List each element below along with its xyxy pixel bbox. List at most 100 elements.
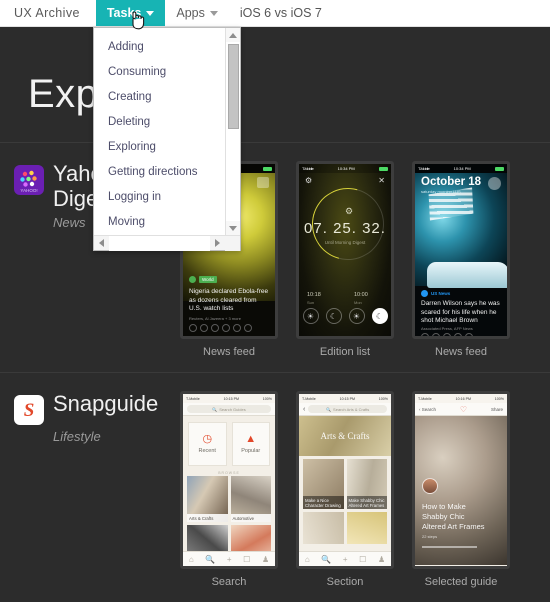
settings-gear-icon[interactable]: ⚙	[305, 176, 312, 185]
tile-arts-crafts[interactable]: Arts & Crafts	[187, 476, 228, 522]
vertical-scroll-thumb[interactable]	[227, 44, 239, 129]
card-popular[interactable]: ▲ Popular	[231, 422, 270, 466]
dropdown-item-creating[interactable]: Creating	[94, 84, 225, 109]
screenshot-snapguide-selected-guide[interactable]: T-Mobile 10:16 PM 100% ‹ Search ♡ Share	[412, 391, 510, 588]
nav-tab-tasks[interactable]: Tasks	[95, 0, 166, 26]
back-button[interactable]: ‹ Search	[419, 407, 436, 412]
nav-tab-ios-compare[interactable]: iOS 6 vs iOS 7	[229, 0, 333, 26]
dropdown-item-consuming[interactable]: Consuming	[94, 59, 225, 84]
edition-time-1: 10:18	[307, 292, 321, 298]
snapguide-icon-letter: S	[23, 399, 35, 421]
tile-label: Arts & Crafts	[187, 514, 228, 522]
sun-icon[interactable]: ☀	[302, 308, 319, 324]
category-badge: World	[199, 276, 217, 283]
screenshot-yahoo-edition-list[interactable]: T-Mobile 10:34 PM ⚙ ✕ ⚙ 07. 25. 32. Unti…	[296, 161, 394, 358]
search-input[interactable]: 🔍 Search Guides	[187, 405, 271, 413]
screen-snapguide-selected-guide: T-Mobile 10:16 PM 100% ‹ Search ♡ Share	[415, 394, 507, 566]
scroll-right-arrow-icon[interactable]	[210, 236, 225, 251]
source-icon-row	[421, 333, 473, 336]
heart-icon[interactable]: ♡	[460, 405, 467, 414]
search-icon: 🔍	[212, 406, 218, 412]
status-carrier: T-Mobile	[186, 396, 200, 401]
menu-icon[interactable]	[257, 177, 269, 188]
screen-snapguide-search: T-Mobile 10:15 PM 100% 🔍 Search Guides ◷…	[183, 394, 275, 566]
status-battery: 100%	[378, 396, 388, 401]
screenshot-snapguide-section[interactable]: T-Mobile 10:15 PM 100% ‹ 🔍 Search Arts &…	[296, 391, 394, 588]
source-icon	[200, 324, 208, 332]
search-input[interactable]: 🔍 Search Arts & Crafts	[308, 405, 387, 413]
scroll-left-arrow-icon[interactable]	[94, 236, 109, 251]
search-icon[interactable]: 🔍	[205, 555, 215, 564]
edition-button-row: ☀ ☾ ☀ ☾	[299, 308, 391, 324]
battery-icon	[379, 166, 388, 171]
nav-tab-apps-label: Apps	[176, 6, 205, 20]
plus-icon[interactable]: +	[343, 555, 348, 564]
source-icon	[443, 333, 451, 336]
app-list: YAHOO! Yahoo Digest News T-Mobile 10:34 …	[0, 142, 550, 602]
status-carrier: T-Mobile	[302, 166, 314, 171]
article-headline: Darren Wilson says he was scared for his…	[421, 300, 500, 324]
screenshot-yahoo-news-feed-2[interactable]: T-Mobile 10:34 PM October 18 saturday mo…	[412, 161, 510, 358]
card-recent-label: Recent	[198, 448, 216, 454]
close-icon[interactable]: ✕	[378, 176, 385, 185]
scroll-down-arrow-icon[interactable]	[225, 221, 240, 235]
app-header[interactable]: S Snapguide	[14, 391, 180, 425]
source-icon-row	[189, 324, 252, 332]
plus-icon[interactable]: +	[227, 555, 232, 564]
guide-card-3[interactable]	[303, 512, 344, 544]
horizontal-scroll-track[interactable]	[109, 235, 210, 251]
sun-icon[interactable]: ☀	[348, 308, 365, 324]
app-meta-snapguide: S Snapguide Lifestyle	[0, 391, 180, 588]
moon-icon[interactable]: ☾	[325, 308, 342, 324]
guide-card-4[interactable]	[346, 512, 387, 544]
chat-icon[interactable]: ☐	[243, 555, 250, 564]
guide-card-2[interactable]: Make Shabby Chic Altered Art Frames	[346, 459, 387, 509]
tasks-dropdown-menu[interactable]: Adding Consuming Creating Deleting Explo…	[93, 27, 241, 251]
progress-bar	[422, 546, 477, 548]
search-icon[interactable]: 🔍	[321, 555, 331, 564]
dropdown-item-moving[interactable]: Moving	[94, 209, 225, 234]
share-button[interactable]: Share	[491, 407, 503, 412]
dropdown-item-exploring[interactable]: Exploring	[94, 134, 225, 159]
screen-yahoo-news-feed-cyan: T-Mobile 10:34 PM October 18 saturday mo…	[415, 164, 507, 336]
guide-subtitle: 22 steps	[422, 534, 438, 539]
dropdown-vertical-scrollbar[interactable]	[225, 28, 240, 235]
chat-icon[interactable]: ☐	[359, 555, 366, 564]
dropdown-item-deleting[interactable]: Deleting	[94, 109, 225, 134]
vertical-scroll-track[interactable]	[225, 42, 240, 221]
profile-icon[interactable]: ♟	[378, 555, 385, 564]
dropdown-item-getting-directions[interactable]: Getting directions	[94, 159, 225, 184]
phone-frame: T-Mobile 10:34 PM October 18 saturday mo…	[412, 161, 510, 339]
phone-status-bar: T-Mobile 10:15 PM 100%	[299, 394, 391, 403]
status-carrier: T-Mobile	[418, 166, 430, 171]
card-recent[interactable]: ◷ Recent	[188, 422, 227, 466]
phone-status-bar: T-Mobile 10:34 PM	[299, 164, 391, 173]
dropdown-item-logging-in[interactable]: Logging in	[94, 184, 225, 209]
guide-title: Make Shabby Chic Altered Art Frames	[346, 496, 387, 509]
article-source: Associated Press, AFP News	[421, 326, 473, 331]
back-chevron-icon[interactable]: ‹	[303, 406, 305, 413]
home-icon[interactable]: ⌂	[189, 555, 194, 564]
edition-date: October 18	[421, 176, 482, 188]
battery-icon	[263, 166, 272, 171]
screenshot-snapguide-search[interactable]: T-Mobile 10:15 PM 100% 🔍 Search Guides ◷…	[180, 391, 278, 588]
guide-grid: Make a Nice Character Drawing Make Shabb…	[299, 456, 391, 544]
car-graphic	[427, 262, 507, 288]
screenshot-caption: News feed	[435, 346, 487, 358]
screenshot-caption: Search	[211, 576, 247, 588]
menu-icon[interactable]	[488, 177, 501, 190]
profile-icon[interactable]: ♟	[262, 555, 269, 564]
scroll-up-arrow-icon[interactable]	[225, 28, 240, 42]
home-icon[interactable]: ⌂	[305, 555, 310, 564]
status-carrier: T-Mobile	[418, 396, 432, 401]
guide-card-1[interactable]: Make a Nice Character Drawing	[303, 459, 344, 509]
badge-dot-icon	[421, 290, 428, 297]
dropdown-horizontal-scrollbar[interactable]	[94, 235, 240, 251]
nav-tab-apps[interactable]: Apps	[165, 0, 229, 26]
moon-icon-selected[interactable]: ☾	[371, 308, 388, 324]
dropdown-item-adding[interactable]: Adding	[94, 34, 225, 59]
site-brand-logo[interactable]: UX Archive	[0, 0, 96, 26]
back-label: Search	[421, 406, 437, 412]
tile-automotive[interactable]: Automotive	[230, 476, 271, 522]
article-source: Reuters, Al Jazeera + 3 more	[189, 316, 241, 321]
